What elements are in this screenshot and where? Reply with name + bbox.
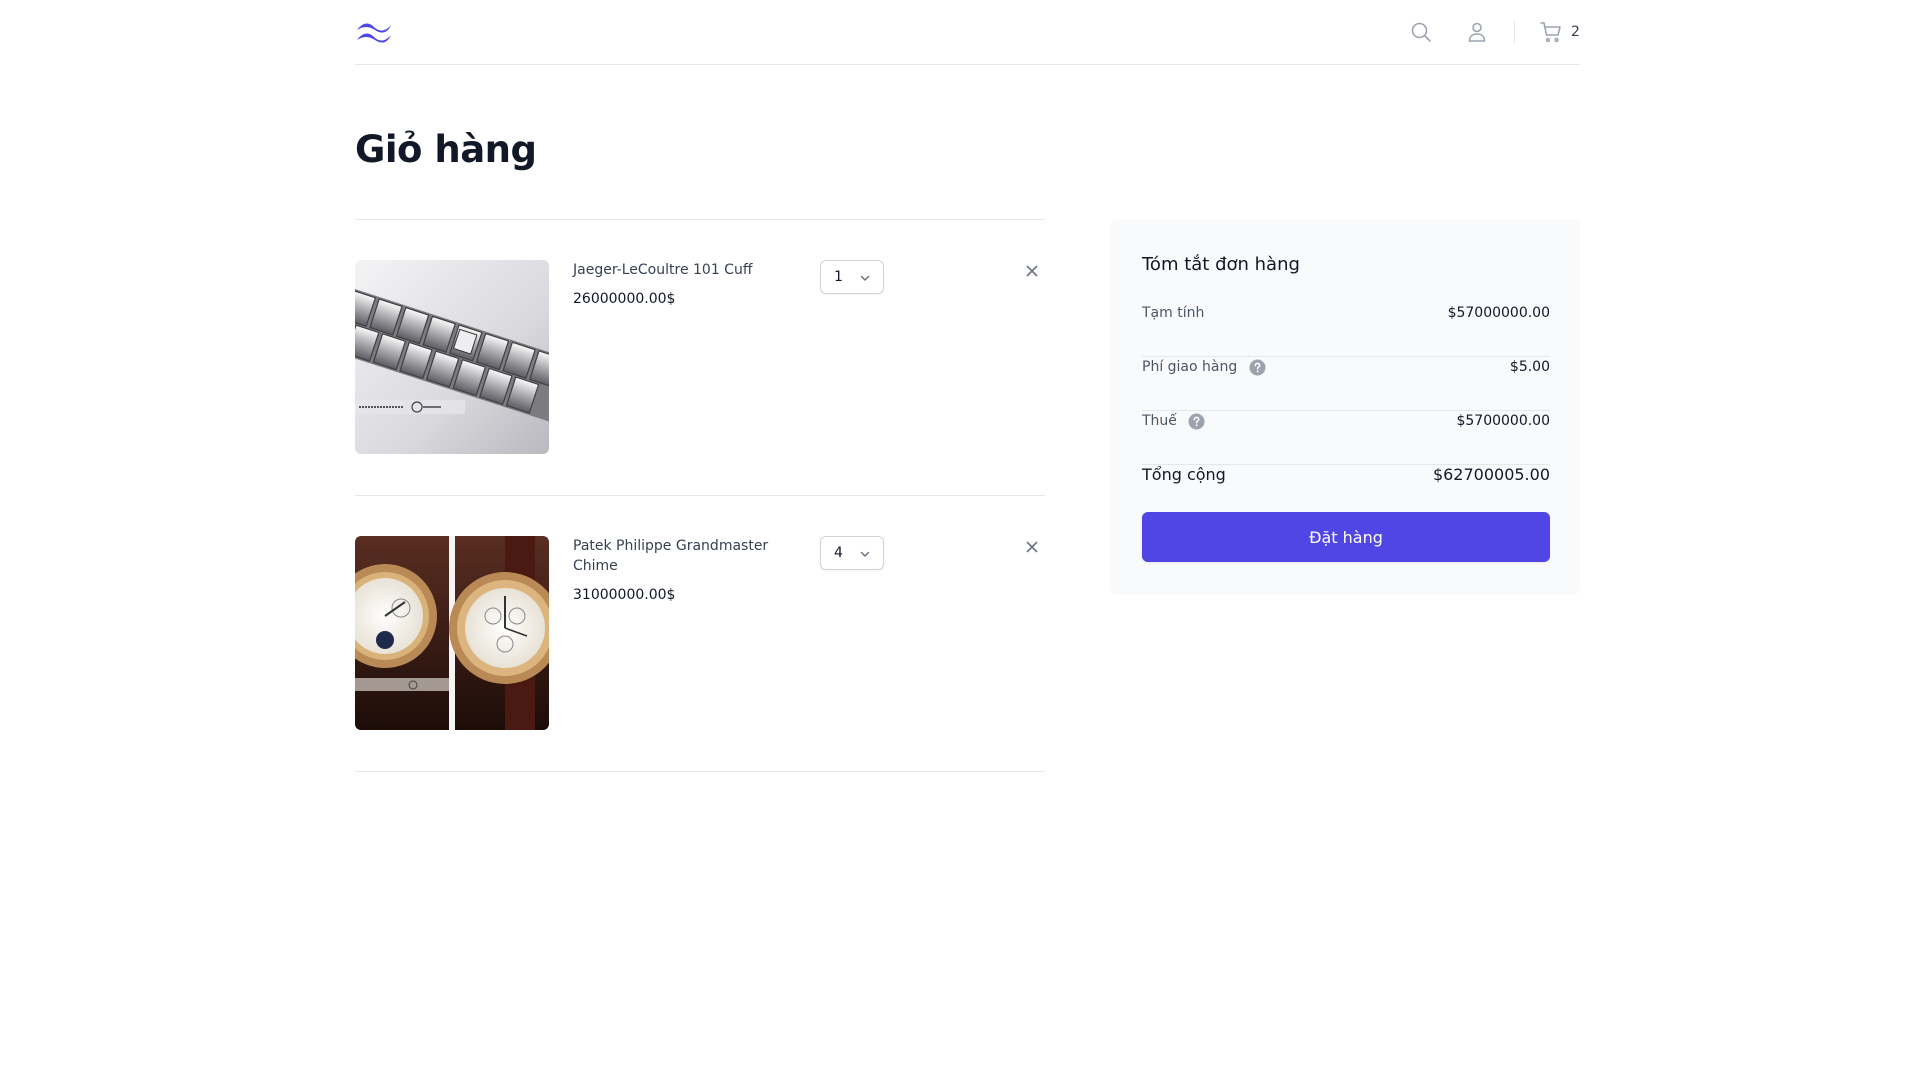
product-price: 26000000.00$: [573, 291, 676, 307]
subtotal-row: Tạm tính $57000000.00: [1142, 303, 1550, 357]
header-divider: [1514, 20, 1515, 44]
subtotal-label: Tạm tính: [1142, 305, 1205, 321]
quantity-select[interactable]: 1: [820, 260, 884, 294]
total-row: Tổng cộng $62700005.00: [1142, 465, 1550, 519]
order-summary: Tóm tắt đơn hàng Tạm tính $57000000.00 P…: [1110, 219, 1580, 595]
logo-icon[interactable]: [355, 20, 393, 44]
product-image[interactable]: [355, 260, 549, 454]
total-label: Tổng cộng: [1142, 465, 1226, 484]
page-title: Giỏ hàng: [355, 128, 537, 171]
help-icon[interactable]: [1188, 413, 1205, 430]
quantity-value: 4: [834, 545, 843, 561]
tax-label: Thuế: [1142, 413, 1177, 429]
total-value: $62700005.00: [1432, 465, 1550, 484]
help-icon[interactable]: [1249, 359, 1266, 376]
search-icon[interactable]: [1409, 20, 1433, 44]
tax-value: $5700000.00: [1456, 413, 1550, 429]
shipping-value: $5.00: [1509, 359, 1550, 375]
cart-count[interactable]: 2: [1571, 24, 1580, 40]
order-summary-title: Tóm tắt đơn hàng: [1142, 254, 1300, 275]
shipping-row: Phí giao hàng $5.00: [1142, 357, 1550, 411]
site-header: 2: [355, 0, 1580, 65]
cart-item-list: Jaeger-LeCoultre 101 Cuff 26000000.00$ 1: [355, 219, 1045, 772]
quantity-value: 1: [834, 269, 843, 285]
cart-item: Patek Philippe Grandmaster Chime 3100000…: [355, 496, 1045, 772]
quantity-select[interactable]: 4: [820, 536, 884, 570]
product-price: 31000000.00$: [573, 587, 676, 603]
cart-icon[interactable]: [1539, 20, 1563, 44]
product-name[interactable]: Jaeger-LeCoultre 101 Cuff: [573, 260, 793, 280]
product-image[interactable]: [355, 536, 549, 730]
product-name[interactable]: Patek Philippe Grandmaster Chime: [573, 536, 793, 576]
shipping-label: Phí giao hàng: [1142, 359, 1238, 375]
close-icon[interactable]: [1025, 540, 1039, 554]
checkout-button[interactable]: Đặt hàng: [1142, 512, 1550, 562]
close-icon[interactable]: [1025, 264, 1039, 278]
tax-row: Thuế $5700000.00: [1142, 411, 1550, 465]
chevron-down-icon: [860, 275, 870, 281]
subtotal-value: $57000000.00: [1447, 305, 1550, 321]
chevron-down-icon: [860, 551, 870, 557]
user-icon[interactable]: [1465, 20, 1489, 44]
cart-item: Jaeger-LeCoultre 101 Cuff 26000000.00$ 1: [355, 220, 1045, 496]
